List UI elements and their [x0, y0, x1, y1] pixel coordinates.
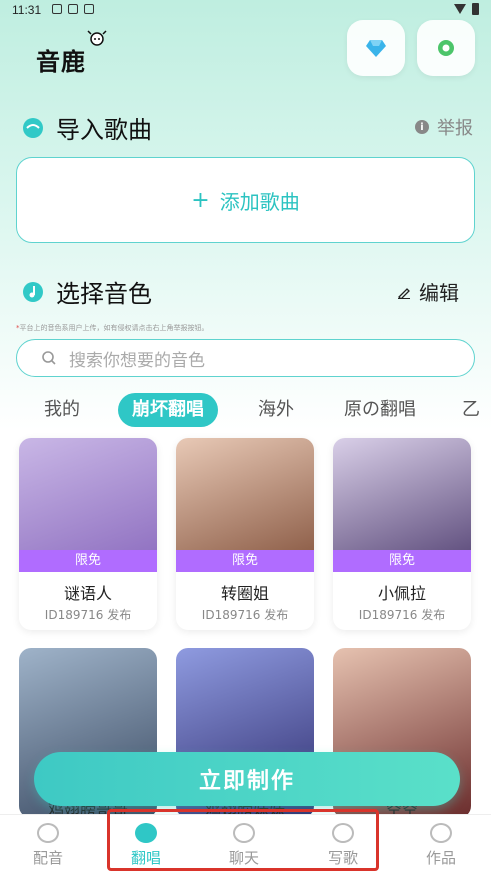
- free-badge: 限免: [19, 550, 157, 572]
- nav-dubbing[interactable]: 配音: [18, 823, 78, 868]
- tab-genshin-cover[interactable]: 原の翻唱: [344, 393, 416, 427]
- status-time: 11:31: [12, 3, 42, 17]
- plus-icon: +: [191, 187, 210, 213]
- import-section-header: 导入歌曲: [22, 110, 152, 145]
- logo-deer-icon: [87, 30, 107, 46]
- report-label: 举报: [437, 118, 473, 139]
- copyright-notice: *平台上的音色系用户上传，如有侵权请点击右上角举报按钮。: [16, 323, 209, 333]
- tab-otome[interactable]: 乙: [462, 393, 480, 427]
- voice-publisher: ID189716 发布: [201, 608, 289, 622]
- music-note-icon: [23, 281, 43, 302]
- create-now-button[interactable]: 立即制作: [34, 752, 460, 806]
- settings-button[interactable]: [417, 20, 475, 76]
- diamond-icon: [366, 40, 386, 57]
- search-icon: [42, 351, 56, 365]
- headphones-icon: [430, 823, 452, 843]
- play-icon: [84, 4, 94, 14]
- highlight-box: [107, 809, 379, 871]
- voice-name: 谜语人: [63, 584, 112, 603]
- voice-card[interactable]: 限免 小佩拉 ID189716 发布: [333, 438, 471, 630]
- import-title: 导入歌曲: [56, 116, 152, 144]
- notice-text: 平台上的音色系用户上传，如有侵权请点击右上角举报按钮。: [19, 324, 209, 332]
- voice-search-input[interactable]: 搜索你想要的音色: [16, 339, 475, 377]
- tab-overseas[interactable]: 海外: [258, 393, 294, 427]
- notification-icon: [52, 4, 62, 14]
- voice-card[interactable]: 限免 转圈姐 ID189716 发布: [176, 438, 314, 630]
- nav-works[interactable]: 作品: [411, 823, 471, 868]
- pencil-icon: [398, 287, 410, 299]
- app-logo: 音鹿: [36, 48, 86, 76]
- music-import-icon: [23, 117, 43, 138]
- free-badge: 限免: [176, 550, 314, 572]
- tab-mine[interactable]: 我的: [44, 393, 80, 427]
- status-bar: 11:31: [0, 0, 491, 22]
- edit-label: 编辑: [419, 281, 459, 305]
- voice-publisher: ID189716 发布: [358, 608, 446, 622]
- tab-honkai-cover[interactable]: 崩坏翻唱: [118, 393, 218, 427]
- voice-publisher: ID189716 发布: [44, 608, 132, 622]
- status-right: [454, 3, 479, 15]
- voice-title: 选择音色: [56, 280, 152, 308]
- mail-icon: [68, 4, 78, 14]
- battery-icon: [472, 3, 479, 15]
- wifi-icon: [454, 4, 466, 14]
- voice-name: 转圈姐: [220, 584, 269, 603]
- voice-card[interactable]: 限免 谜语人 ID189716 发布: [19, 438, 157, 630]
- category-tabs: 我的 崩坏翻唱 海外 原の翻唱 乙: [0, 393, 491, 429]
- add-song-label: 添加歌曲: [219, 189, 300, 214]
- voice-section-header: 选择音色: [22, 274, 152, 309]
- search-placeholder: 搜索你想要的音色: [69, 350, 205, 371]
- info-icon: i: [415, 120, 429, 134]
- nav-label: 作品: [425, 849, 456, 867]
- nav-label: 配音: [32, 849, 63, 867]
- mic-icon: [37, 823, 59, 843]
- voice-avatar-image: [333, 438, 471, 562]
- report-button[interactable]: i 举报: [415, 114, 473, 140]
- status-notification-icons: [52, 4, 94, 14]
- voice-name: 小佩拉: [377, 584, 426, 603]
- free-badge: 限免: [333, 550, 471, 572]
- voice-avatar-image: [176, 438, 314, 562]
- add-song-button[interactable]: + 添加歌曲: [16, 157, 475, 243]
- edit-button[interactable]: 编辑: [397, 277, 459, 306]
- vip-button[interactable]: [347, 20, 405, 76]
- voice-avatar-image: [19, 438, 157, 562]
- gear-icon: [438, 40, 454, 56]
